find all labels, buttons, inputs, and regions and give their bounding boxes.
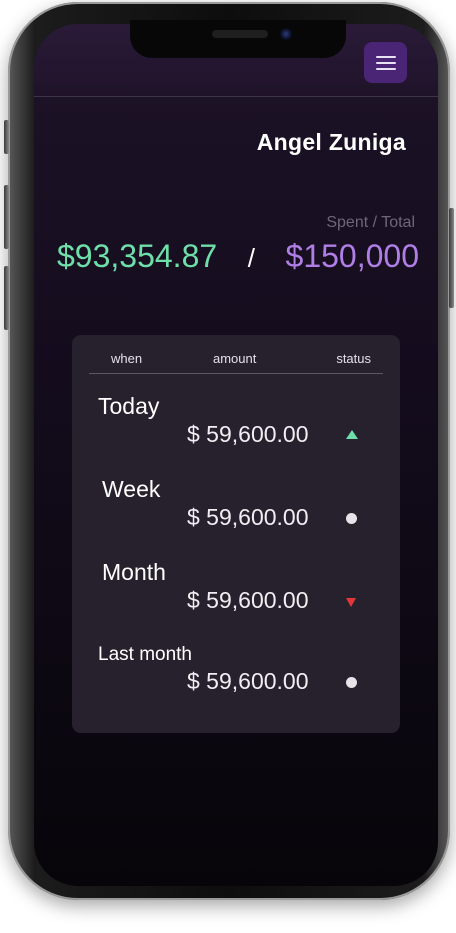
phone-side-button <box>4 120 9 154</box>
user-name: Angel Zuniga <box>256 129 406 155</box>
spent-total-summary: $93,354.87 / $150,000 <box>57 238 419 275</box>
row-amount: $ 59,600.00 <box>187 587 309 613</box>
phone-volume-up-button <box>4 185 9 249</box>
menu-button[interactable] <box>364 42 407 83</box>
column-header-amount: amount <box>213 351 257 366</box>
row-when: Today <box>98 393 160 419</box>
row-amount: $ 59,600.00 <box>187 421 309 447</box>
spending-table-card: when amount status Today $ 59,600.00 Wee… <box>72 335 400 733</box>
row-when: Last month <box>98 644 192 665</box>
row-amount: $ 59,600.00 <box>187 504 309 530</box>
triangle-up-icon <box>346 430 358 439</box>
row-when: Month <box>102 559 166 585</box>
table-row[interactable]: Last month $ 59,600.00 <box>72 644 400 714</box>
triangle-down-icon <box>346 598 356 607</box>
total-amount: $150,000 <box>285 238 419 274</box>
column-header-when: when <box>111 351 143 366</box>
dot-icon <box>346 513 357 524</box>
phone-frame: Angel Zuniga Spent / Total $93,354.87 / … <box>4 2 454 900</box>
row-amount: $ 59,600.00 <box>187 668 309 694</box>
app-screen: Angel Zuniga Spent / Total $93,354.87 / … <box>34 24 438 886</box>
column-header-status: status <box>336 351 371 366</box>
table-row[interactable]: Today $ 59,600.00 <box>72 393 400 463</box>
speaker-grille <box>212 30 268 38</box>
phone-power-button <box>449 208 454 308</box>
phone-notch <box>130 20 346 58</box>
table-row[interactable]: Month $ 59,600.00 <box>72 559 400 629</box>
phone-volume-down-button <box>4 266 9 330</box>
spent-total-caption: Spent / Total <box>326 214 415 231</box>
row-when: Week <box>102 476 161 502</box>
table-header: when amount status <box>89 351 383 374</box>
hamburger-menu-icon-line <box>375 67 396 70</box>
table-row[interactable]: Week $ 59,600.00 <box>72 476 400 546</box>
hamburger-menu-icon-line <box>375 61 396 64</box>
spent-amount: $93,354.87 <box>57 238 218 274</box>
dot-icon <box>346 677 357 688</box>
hamburger-menu-icon <box>375 55 396 58</box>
separator: / <box>247 243 255 273</box>
front-camera <box>280 28 292 40</box>
